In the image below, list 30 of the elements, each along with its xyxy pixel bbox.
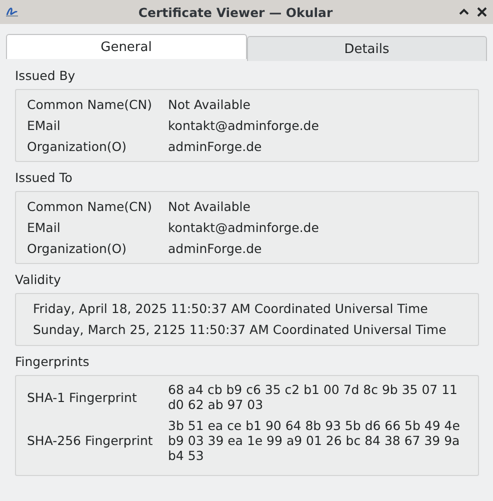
tab[interactable]: General [6, 34, 246, 59]
fingerprint-text: d0 62 ab 97 03 [168, 397, 264, 412]
fingerprint-text: 3b 51 ea ce b1 90 64 8b 93 5b d6 66 5b 49 4e [168, 418, 461, 433]
field-label: Organization(O) [27, 138, 128, 155]
tab[interactable]: Details [246, 36, 487, 61]
field-value: kontakt@adminforge.de [168, 219, 320, 236]
fingerprint-text: 68 a4 cb b9 c6 35 c2 b1 00 7d 8c 9b 35 07 11 [168, 382, 459, 397]
group-title: Issued By [15, 68, 76, 83]
fingerprint-text: b9 03 39 ea 1e 99 a9 01 26 bc 84 38 67 39 9a [168, 433, 461, 448]
field-label: SHA-256 Fingerprint [27, 432, 154, 449]
field-value: kontakt@adminforge.de [168, 117, 320, 134]
date-text: Sunday, March 25, 2125 11:50:37 AM Coordinated Universal Time [33, 321, 448, 338]
field-value: adminForge.de [168, 138, 263, 155]
field-label: EMail [27, 219, 62, 236]
field-label: Common Name(CN) [27, 96, 153, 113]
close-button[interactable] [477, 7, 487, 17]
group-title: Validity [15, 272, 62, 287]
fingerprint-text: b4 53 [168, 448, 205, 463]
group-title: Issued To [15, 170, 74, 185]
date-text: Friday, April 18, 2025 11:50:37 AM Coordinated Universal Time [33, 300, 429, 317]
field-value: Not Available [168, 96, 252, 113]
group-title: Fingerprints [15, 354, 90, 369]
maximize-button[interactable] [459, 8, 469, 16]
field-label: EMail [27, 117, 62, 134]
window-title: Certificate Viewer — Okular [137, 4, 334, 20]
field-label: SHA-1 Fingerprint [27, 388, 138, 406]
field-label: Organization(O) [27, 240, 128, 257]
field-label: Common Name(CN) [27, 198, 153, 215]
field-value: Not Available [168, 198, 252, 215]
field-value: adminForge.de [168, 240, 263, 257]
